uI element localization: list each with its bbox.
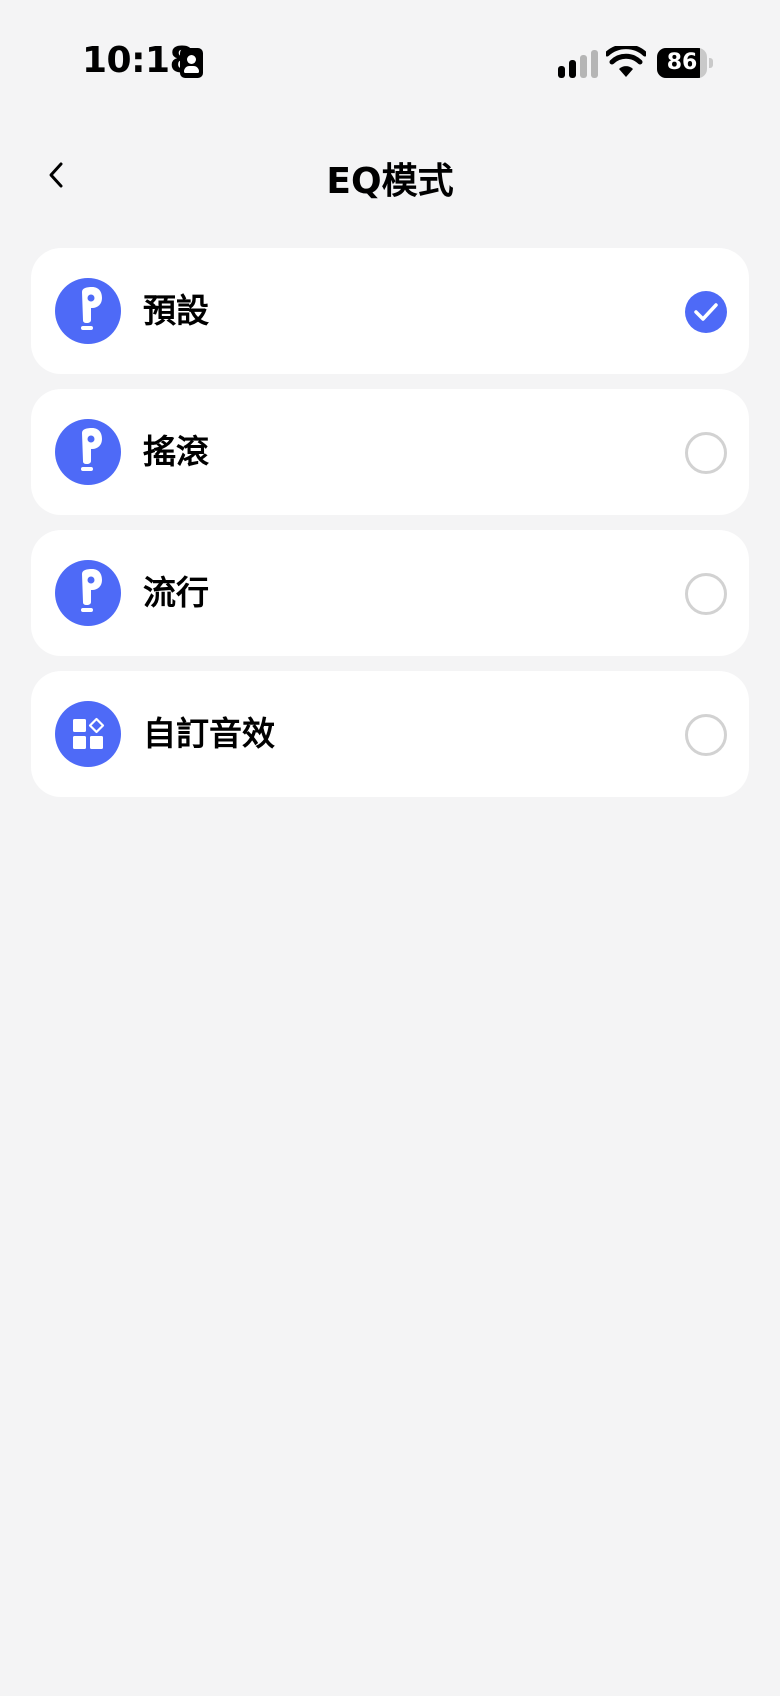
status-time: 10:18 — [82, 40, 195, 81]
option-label: 搖滾 — [143, 432, 209, 471]
radio-unselected[interactable] — [685, 714, 727, 756]
status-bar: 10:18 86 — [0, 0, 780, 120]
cellular-signal-icon — [558, 50, 598, 78]
option-badge — [55, 278, 121, 344]
option-badge — [55, 419, 121, 485]
option-badge — [55, 560, 121, 626]
checkmark-icon — [694, 303, 718, 321]
eq-option-custom[interactable]: 自訂音效 — [31, 671, 749, 797]
eq-option-rock[interactable]: 搖滾 — [31, 389, 749, 515]
option-label: 預設 — [143, 291, 209, 330]
widgets-icon — [73, 717, 105, 749]
wifi-icon — [606, 46, 646, 77]
battery-icon: 86 — [657, 48, 713, 78]
earbud-icon — [81, 569, 102, 612]
contact-card-icon — [180, 48, 203, 78]
eq-option-default[interactable]: 預設 — [31, 248, 749, 374]
earbud-icon — [81, 287, 102, 330]
navigation-bar: EQ模式 — [0, 130, 780, 220]
battery-level: 86 — [666, 50, 698, 75]
radio-unselected[interactable] — [685, 573, 727, 615]
option-badge — [55, 701, 121, 767]
page-title: EQ模式 — [326, 161, 454, 202]
option-label: 自訂音效 — [143, 714, 275, 753]
eq-mode-list: 預設 搖滾 流行 自訂音效 — [31, 248, 749, 812]
eq-option-pop[interactable]: 流行 — [31, 530, 749, 656]
radio-selected[interactable] — [685, 291, 727, 333]
earbud-icon — [81, 428, 102, 471]
option-label: 流行 — [143, 573, 209, 612]
radio-unselected[interactable] — [685, 432, 727, 474]
